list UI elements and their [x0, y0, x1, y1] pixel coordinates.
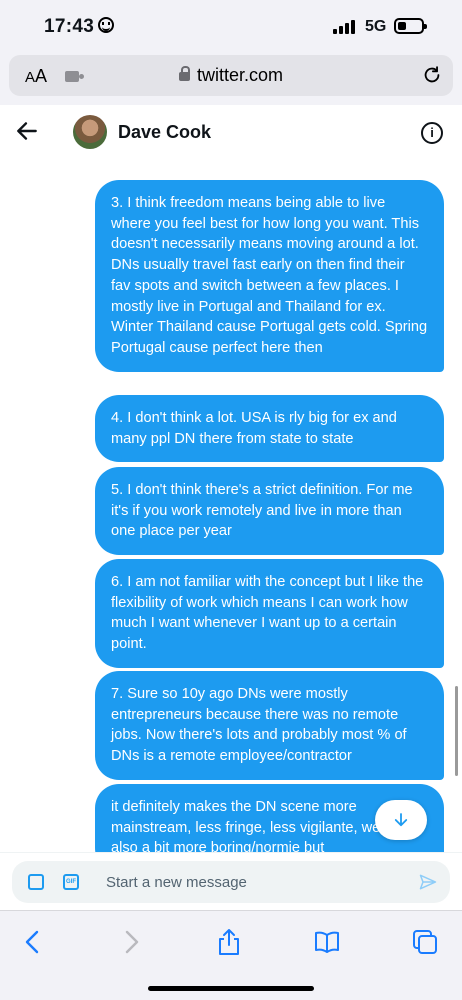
browser-back-icon[interactable] — [18, 927, 48, 957]
arrow-down-icon — [394, 813, 408, 827]
battery-icon — [394, 18, 427, 34]
back-arrow-icon[interactable] — [14, 118, 40, 144]
share-icon[interactable] — [214, 927, 244, 957]
contact-name[interactable]: Dave Cook — [118, 122, 211, 143]
smiley-icon — [98, 17, 115, 33]
conversation-header: Dave Cook i — [0, 105, 462, 160]
browser-address-area: AA twitter.com — [0, 50, 462, 105]
status-time-text: 17:43 — [44, 16, 95, 37]
lock-icon — [178, 66, 190, 81]
send-icon[interactable] — [418, 872, 438, 892]
tabs-icon[interactable] — [410, 927, 440, 957]
network-type: 5G — [365, 18, 387, 35]
message-bubble[interactable]: 7. Sure so 10y ago DNs were mostly entre… — [95, 671, 444, 780]
info-icon[interactable]: i — [421, 122, 443, 144]
browser-toolbar — [0, 910, 462, 1000]
composer-area: GIF — [0, 852, 462, 910]
browser-forward-icon[interactable] — [116, 927, 146, 957]
message-bubble[interactable]: 3. I think freedom means being able to l… — [95, 180, 444, 372]
avatar[interactable] — [73, 115, 107, 149]
message-bubble[interactable]: 5. I don't think there's a strict defini… — [95, 467, 444, 556]
image-icon[interactable] — [28, 874, 44, 890]
address-bar[interactable]: AA twitter.com — [9, 55, 453, 96]
scroll-to-bottom-button[interactable] — [375, 800, 427, 840]
gif-icon[interactable]: GIF — [63, 874, 79, 890]
message-bubble[interactable]: 6. I am not familiar with the concept bu… — [95, 559, 444, 668]
url-text: twitter.com — [196, 65, 284, 85]
message-bubble[interactable]: 4. I don't think a lot. USA is rly big f… — [95, 395, 444, 463]
cellular-signal-icon — [333, 20, 357, 34]
url-display[interactable]: twitter.com — [9, 65, 453, 86]
status-time: 17:43 — [44, 16, 115, 38]
message-list[interactable]: 3. I think freedom means being able to l… — [0, 160, 462, 852]
bookmarks-icon[interactable] — [312, 927, 342, 957]
scrollbar[interactable] — [455, 686, 458, 776]
home-indicator[interactable] — [148, 986, 314, 991]
composer: GIF — [12, 861, 450, 903]
message-input[interactable] — [106, 871, 406, 893]
reload-icon[interactable] — [421, 64, 443, 86]
status-bar: 17:43 5G — [0, 0, 462, 50]
